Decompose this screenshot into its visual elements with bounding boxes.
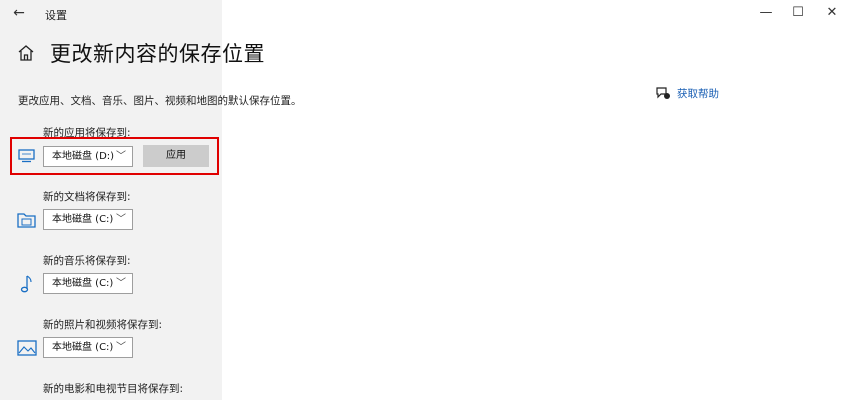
photos-save-label: 新的照片和视频将保存到: bbox=[43, 319, 163, 331]
home-icon[interactable] bbox=[16, 43, 36, 63]
music-note-icon bbox=[16, 274, 38, 294]
chevron-down-icon: ﹀ bbox=[116, 278, 126, 289]
apply-button[interactable]: 应用 bbox=[143, 145, 209, 167]
documents-drive-select[interactable]: 本地磁盘 (C:) ﹀ bbox=[43, 209, 133, 230]
help-link-label: 获取帮助 bbox=[677, 87, 719, 100]
apps-drive-select[interactable]: 本地磁盘 (D:) ﹀ bbox=[43, 146, 133, 167]
folder-document-icon bbox=[16, 210, 38, 230]
page-title: 更改新内容的保存位置 bbox=[50, 42, 265, 66]
movies-save-label: 新的电影和电视节目将保存到: bbox=[43, 383, 184, 395]
photos-drive-select[interactable]: 本地磁盘 (C:) ﹀ bbox=[43, 337, 133, 358]
apps-save-label: 新的应用将保存到: bbox=[43, 127, 131, 139]
picture-icon bbox=[16, 338, 38, 358]
minimize-button[interactable]: — bbox=[756, 4, 776, 22]
music-drive-select[interactable]: 本地磁盘 (C:) ﹀ bbox=[43, 273, 133, 294]
page-description: 更改应用、文档、音乐、图片、视频和地图的默认保存位置。 bbox=[18, 95, 302, 107]
chevron-down-icon: ﹀ bbox=[116, 151, 126, 162]
music-save-label: 新的音乐将保存到: bbox=[43, 255, 131, 267]
monitor-icon bbox=[16, 146, 38, 166]
music-drive-value: 本地磁盘 (C:) bbox=[52, 278, 114, 289]
photos-drive-value: 本地磁盘 (C:) bbox=[52, 342, 114, 353]
documents-save-label: 新的文档将保存到: bbox=[43, 191, 131, 203]
chevron-down-icon: ﹀ bbox=[116, 214, 126, 225]
apps-drive-value: 本地磁盘 (D:) bbox=[52, 151, 115, 162]
back-button[interactable]: ← bbox=[10, 4, 28, 22]
help-link[interactable]: 获取帮助 bbox=[655, 85, 719, 101]
app-title: 设置 bbox=[45, 9, 67, 22]
chevron-down-icon: ﹀ bbox=[116, 342, 126, 353]
chat-help-icon bbox=[655, 85, 671, 101]
close-button[interactable]: ✕ bbox=[822, 4, 842, 22]
maximize-button[interactable]: ☐ bbox=[788, 4, 808, 22]
documents-drive-value: 本地磁盘 (C:) bbox=[52, 214, 114, 225]
title-bar: ← 设置 — ☐ ✕ bbox=[0, 0, 849, 26]
